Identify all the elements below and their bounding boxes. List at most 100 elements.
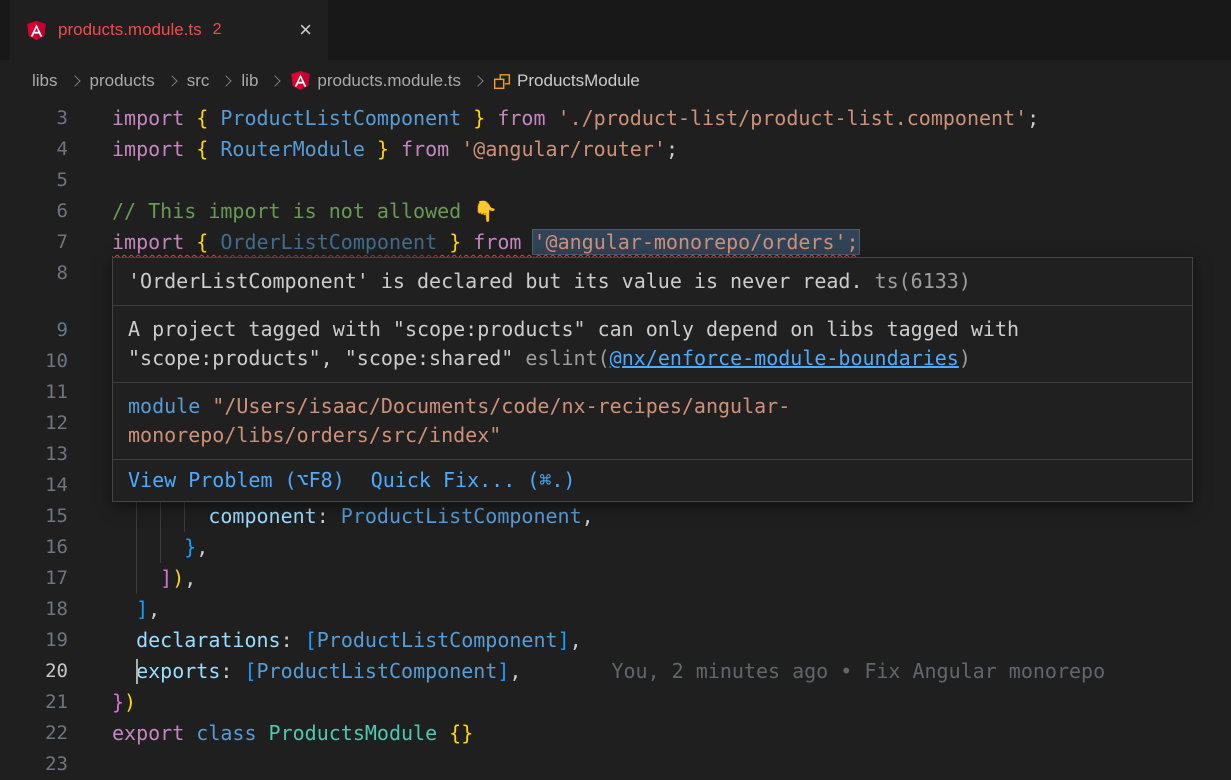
- breadcrumb-item-lib[interactable]: lib: [241, 71, 258, 91]
- line-number[interactable]: 6: [0, 196, 68, 227]
- code-line-23[interactable]: 23: [0, 749, 1231, 780]
- breadcrumb: libs products src lib products.module.ts Prod…: [0, 60, 1231, 101]
- code-token: }: [112, 690, 124, 714]
- code-token: ]: [558, 628, 570, 652]
- code-token: component: [208, 504, 316, 528]
- code-text: import { RouterModule } from '@angular/r…: [112, 134, 678, 165]
- code-token: [208, 106, 220, 130]
- code-line-5[interactable]: 5: [0, 165, 1231, 196]
- code-line-20[interactable]: 20 exports: [ProductListComponent],You, …: [0, 656, 1231, 687]
- hover-line: monorepo/libs/orders/src/index": [128, 421, 1177, 450]
- tab-bar: products.module.ts 2 ×: [0, 0, 1231, 60]
- chevron-right-icon: [270, 75, 281, 86]
- code-line-15[interactable]: 15 component: ProductListComponent,: [0, 501, 1231, 532]
- view-problem-action[interactable]: View Problem (⌥F8): [128, 466, 345, 495]
- code-token: class: [196, 721, 268, 745]
- code-token: from: [461, 230, 533, 254]
- code-line-17[interactable]: 17 ]),: [0, 563, 1231, 594]
- line-number[interactable]: 22: [0, 718, 68, 749]
- code-token: {: [196, 137, 208, 161]
- code-token: ): [124, 690, 136, 714]
- class-icon: [493, 72, 511, 90]
- line-number[interactable]: 15: [0, 501, 68, 532]
- code-token: {: [196, 230, 208, 254]
- line-number[interactable]: 20: [0, 656, 68, 687]
- code-text: declarations: [ProductListComponent],: [112, 625, 582, 656]
- line-number[interactable]: 11: [0, 377, 68, 408]
- line-number[interactable]: 10: [0, 346, 68, 377]
- hover-line: A project tagged with "scope:products" c…: [128, 315, 1177, 344]
- line-number[interactable]: 9: [0, 315, 68, 346]
- code-line-22[interactable]: 22 export class ProductsModule {}: [0, 718, 1231, 749]
- code-token: './product-list/product-list.component': [558, 106, 1028, 130]
- code-token: // This import is not allowed: [112, 199, 473, 223]
- code-token: ProductListComponent: [341, 504, 582, 528]
- tab-products-module[interactable]: products.module.ts 2 ×: [10, 0, 328, 60]
- text-cursor: [136, 659, 138, 684]
- hover-text: ts(6133): [863, 269, 971, 293]
- code-token: ProductsModule: [269, 721, 438, 745]
- chevron-right-icon: [166, 75, 177, 86]
- breadcrumb-label: libs: [32, 71, 58, 91]
- tab-title: products.module.ts: [58, 20, 202, 40]
- code-line-6[interactable]: 6 // This import is not allowed 👇: [0, 196, 1231, 227]
- line-number[interactable]: 13: [0, 439, 68, 470]
- code-text: import { ProductListComponent } from './…: [112, 103, 1039, 134]
- breadcrumb-item-products[interactable]: products: [90, 71, 155, 91]
- close-icon[interactable]: ×: [299, 19, 312, 41]
- code-line-4[interactable]: 4 import { RouterModule } from '@angular/…: [0, 134, 1231, 165]
- line-number[interactable]: 21: [0, 687, 68, 718]
- code-line-3[interactable]: 3 import { ProductListComponent } from '.…: [0, 103, 1231, 134]
- code-text: }): [112, 687, 136, 718]
- eslint-rule-link[interactable]: @nx/enforce-module-boundaries: [610, 346, 959, 370]
- code-line-16[interactable]: 16 },: [0, 532, 1231, 563]
- line-number[interactable]: 14: [0, 470, 68, 501]
- code-token: ProductListComponent: [317, 628, 558, 652]
- breadcrumb-item-productsmodule[interactable]: ProductsModule: [493, 71, 640, 91]
- code-text: },: [112, 532, 208, 563]
- hover-popup: 'OrderListComponent' is declared but its…: [112, 257, 1193, 502]
- line-number[interactable]: 23: [0, 749, 68, 780]
- line-number[interactable]: 16: [0, 532, 68, 563]
- line-number[interactable]: 3: [0, 103, 68, 134]
- code-token: from: [485, 106, 557, 130]
- code-text: export class ProductsModule {}: [112, 718, 473, 749]
- code-line-21[interactable]: 21}): [0, 687, 1231, 718]
- code-text: component: ProductListComponent,: [112, 501, 594, 532]
- hover-actions: View Problem (⌥F8) Quick Fix... (⌘.): [113, 459, 1192, 501]
- hover-text: monorepo/libs/orders/src/index": [128, 423, 501, 447]
- code-token: [461, 106, 473, 130]
- breadcrumb-label: products: [90, 71, 155, 91]
- line-number[interactable]: 17: [0, 563, 68, 594]
- code-token: ProductListComponent: [257, 659, 498, 683]
- hover-text: ): [959, 346, 971, 370]
- code-token: {}: [449, 721, 473, 745]
- breadcrumb-item-src[interactable]: src: [187, 71, 210, 91]
- code-line-18[interactable]: 18 ],: [0, 594, 1231, 625]
- hover-text: eslint(: [525, 346, 609, 370]
- code-text: // This import is not allowed 👇: [112, 196, 498, 227]
- line-number[interactable]: 7: [0, 227, 68, 258]
- code-text: exports: [ProductListComponent],You, 2 m…: [112, 656, 1105, 687]
- code-line-7[interactable]: 7import { OrderListComponent } from '@an…: [0, 227, 1231, 258]
- line-number[interactable]: 4: [0, 134, 68, 165]
- line-number[interactable]: 8: [0, 258, 68, 289]
- code-token: '@angular/router': [461, 137, 666, 161]
- quick-fix-action[interactable]: Quick Fix... (⌘.): [371, 466, 576, 495]
- hover-section: 'OrderListComponent' is declared but its…: [113, 258, 1192, 305]
- code-token: ,: [184, 566, 196, 590]
- code-token: ]: [497, 659, 509, 683]
- breadcrumb-item-libs[interactable]: libs: [32, 71, 58, 91]
- hover-line: 'OrderListComponent' is declared but its…: [128, 267, 1177, 296]
- breadcrumb-item-products-module-ts[interactable]: products.module.ts: [290, 70, 461, 91]
- line-number[interactable]: 18: [0, 594, 68, 625]
- line-number[interactable]: 5: [0, 165, 68, 196]
- hover-section: module "/Users/isaac/Documents/code/nx-r…: [113, 382, 1192, 459]
- breadcrumb-label: src: [187, 71, 210, 91]
- code-token: declarations: [136, 628, 281, 652]
- line-number[interactable]: 12: [0, 408, 68, 439]
- line-number[interactable]: 19: [0, 625, 68, 656]
- code-token: :: [220, 659, 244, 683]
- code-line-19[interactable]: 19 declarations: [ProductListComponent],: [0, 625, 1231, 656]
- code-token: OrderListComponent: [220, 230, 437, 254]
